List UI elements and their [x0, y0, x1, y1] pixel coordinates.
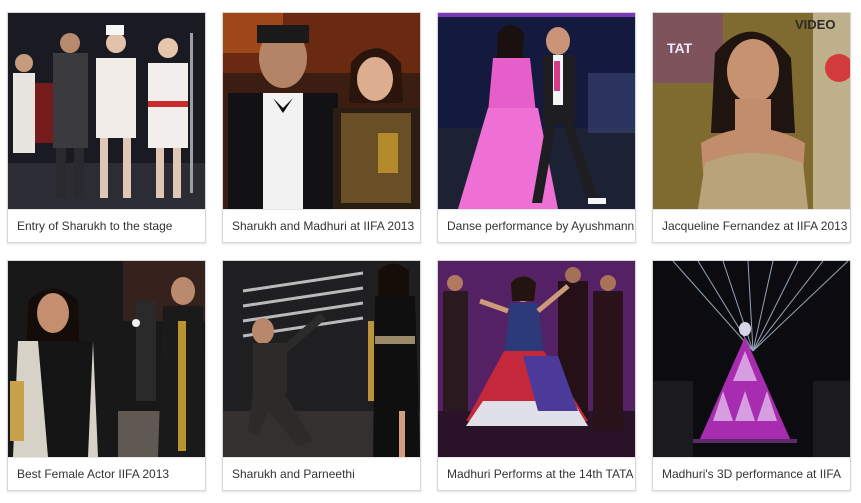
gallery-photo[interactable] [438, 13, 635, 209]
gallery-caption[interactable]: Jacqueline Fernandez at IIFA 2013 [653, 209, 850, 242]
gallery-photo[interactable] [8, 261, 205, 457]
gallery-photo[interactable] [438, 261, 635, 457]
photo-jacqueline-fernandez: TAT VIDEO [653, 13, 850, 209]
photo-sharukh-madhuri [223, 13, 420, 209]
gallery-card-madhuri-3d[interactable]: Madhuri's 3D performance at IIFA [652, 260, 851, 491]
gallery-card-sharukh-madhuri[interactable]: Sharukh and Madhuri at IIFA 2013 [222, 12, 421, 243]
gallery-caption[interactable]: Sharukh and Madhuri at IIFA 2013 [223, 209, 420, 242]
photo-madhuri-performs [438, 261, 635, 457]
gallery-caption[interactable]: Entry of Sharukh to the stage [8, 209, 205, 242]
gallery-card-jacqueline[interactable]: TAT VIDEO Jacqueline Fernandez at IIFA 2… [652, 12, 851, 243]
photo-dance-performance [438, 13, 635, 209]
photo-gallery-grid: Entry of Sharukh to the stage Sharukh an… [0, 0, 861, 503]
photo-sharukh-entry [8, 13, 205, 209]
gallery-card-madhuri-performs[interactable]: Madhuri Performs at the 14th TATA IIFA [437, 260, 636, 491]
svg-text:VIDEO: VIDEO [795, 17, 835, 32]
svg-text:TAT: TAT [667, 40, 693, 56]
gallery-photo[interactable]: TAT VIDEO [653, 13, 850, 209]
photo-best-female-actor [8, 261, 205, 457]
gallery-photo[interactable] [8, 13, 205, 209]
gallery-caption[interactable]: Danse performance by Ayushmann [438, 209, 635, 242]
gallery-photo[interactable] [653, 261, 850, 457]
gallery-caption[interactable]: Madhuri Performs at the 14th TATA IIFA [438, 457, 635, 490]
gallery-photo[interactable] [223, 13, 420, 209]
gallery-caption[interactable]: Sharukh and Parneethi [223, 457, 420, 490]
gallery-card-dance-ayushmann[interactable]: Danse performance by Ayushmann [437, 12, 636, 243]
photo-madhuri-3d-performance [653, 261, 850, 457]
gallery-caption[interactable]: Best Female Actor IIFA 2013 [8, 457, 205, 490]
gallery-caption[interactable]: Madhuri's 3D performance at IIFA [653, 457, 850, 490]
gallery-card-sharukh-entry[interactable]: Entry of Sharukh to the stage [7, 12, 206, 243]
gallery-card-sharukh-parneethi[interactable]: Sharukh and Parneethi [222, 260, 421, 491]
photo-sharukh-parneethi [223, 261, 420, 457]
gallery-photo[interactable] [223, 261, 420, 457]
gallery-card-best-female-actor[interactable]: Best Female Actor IIFA 2013 [7, 260, 206, 491]
